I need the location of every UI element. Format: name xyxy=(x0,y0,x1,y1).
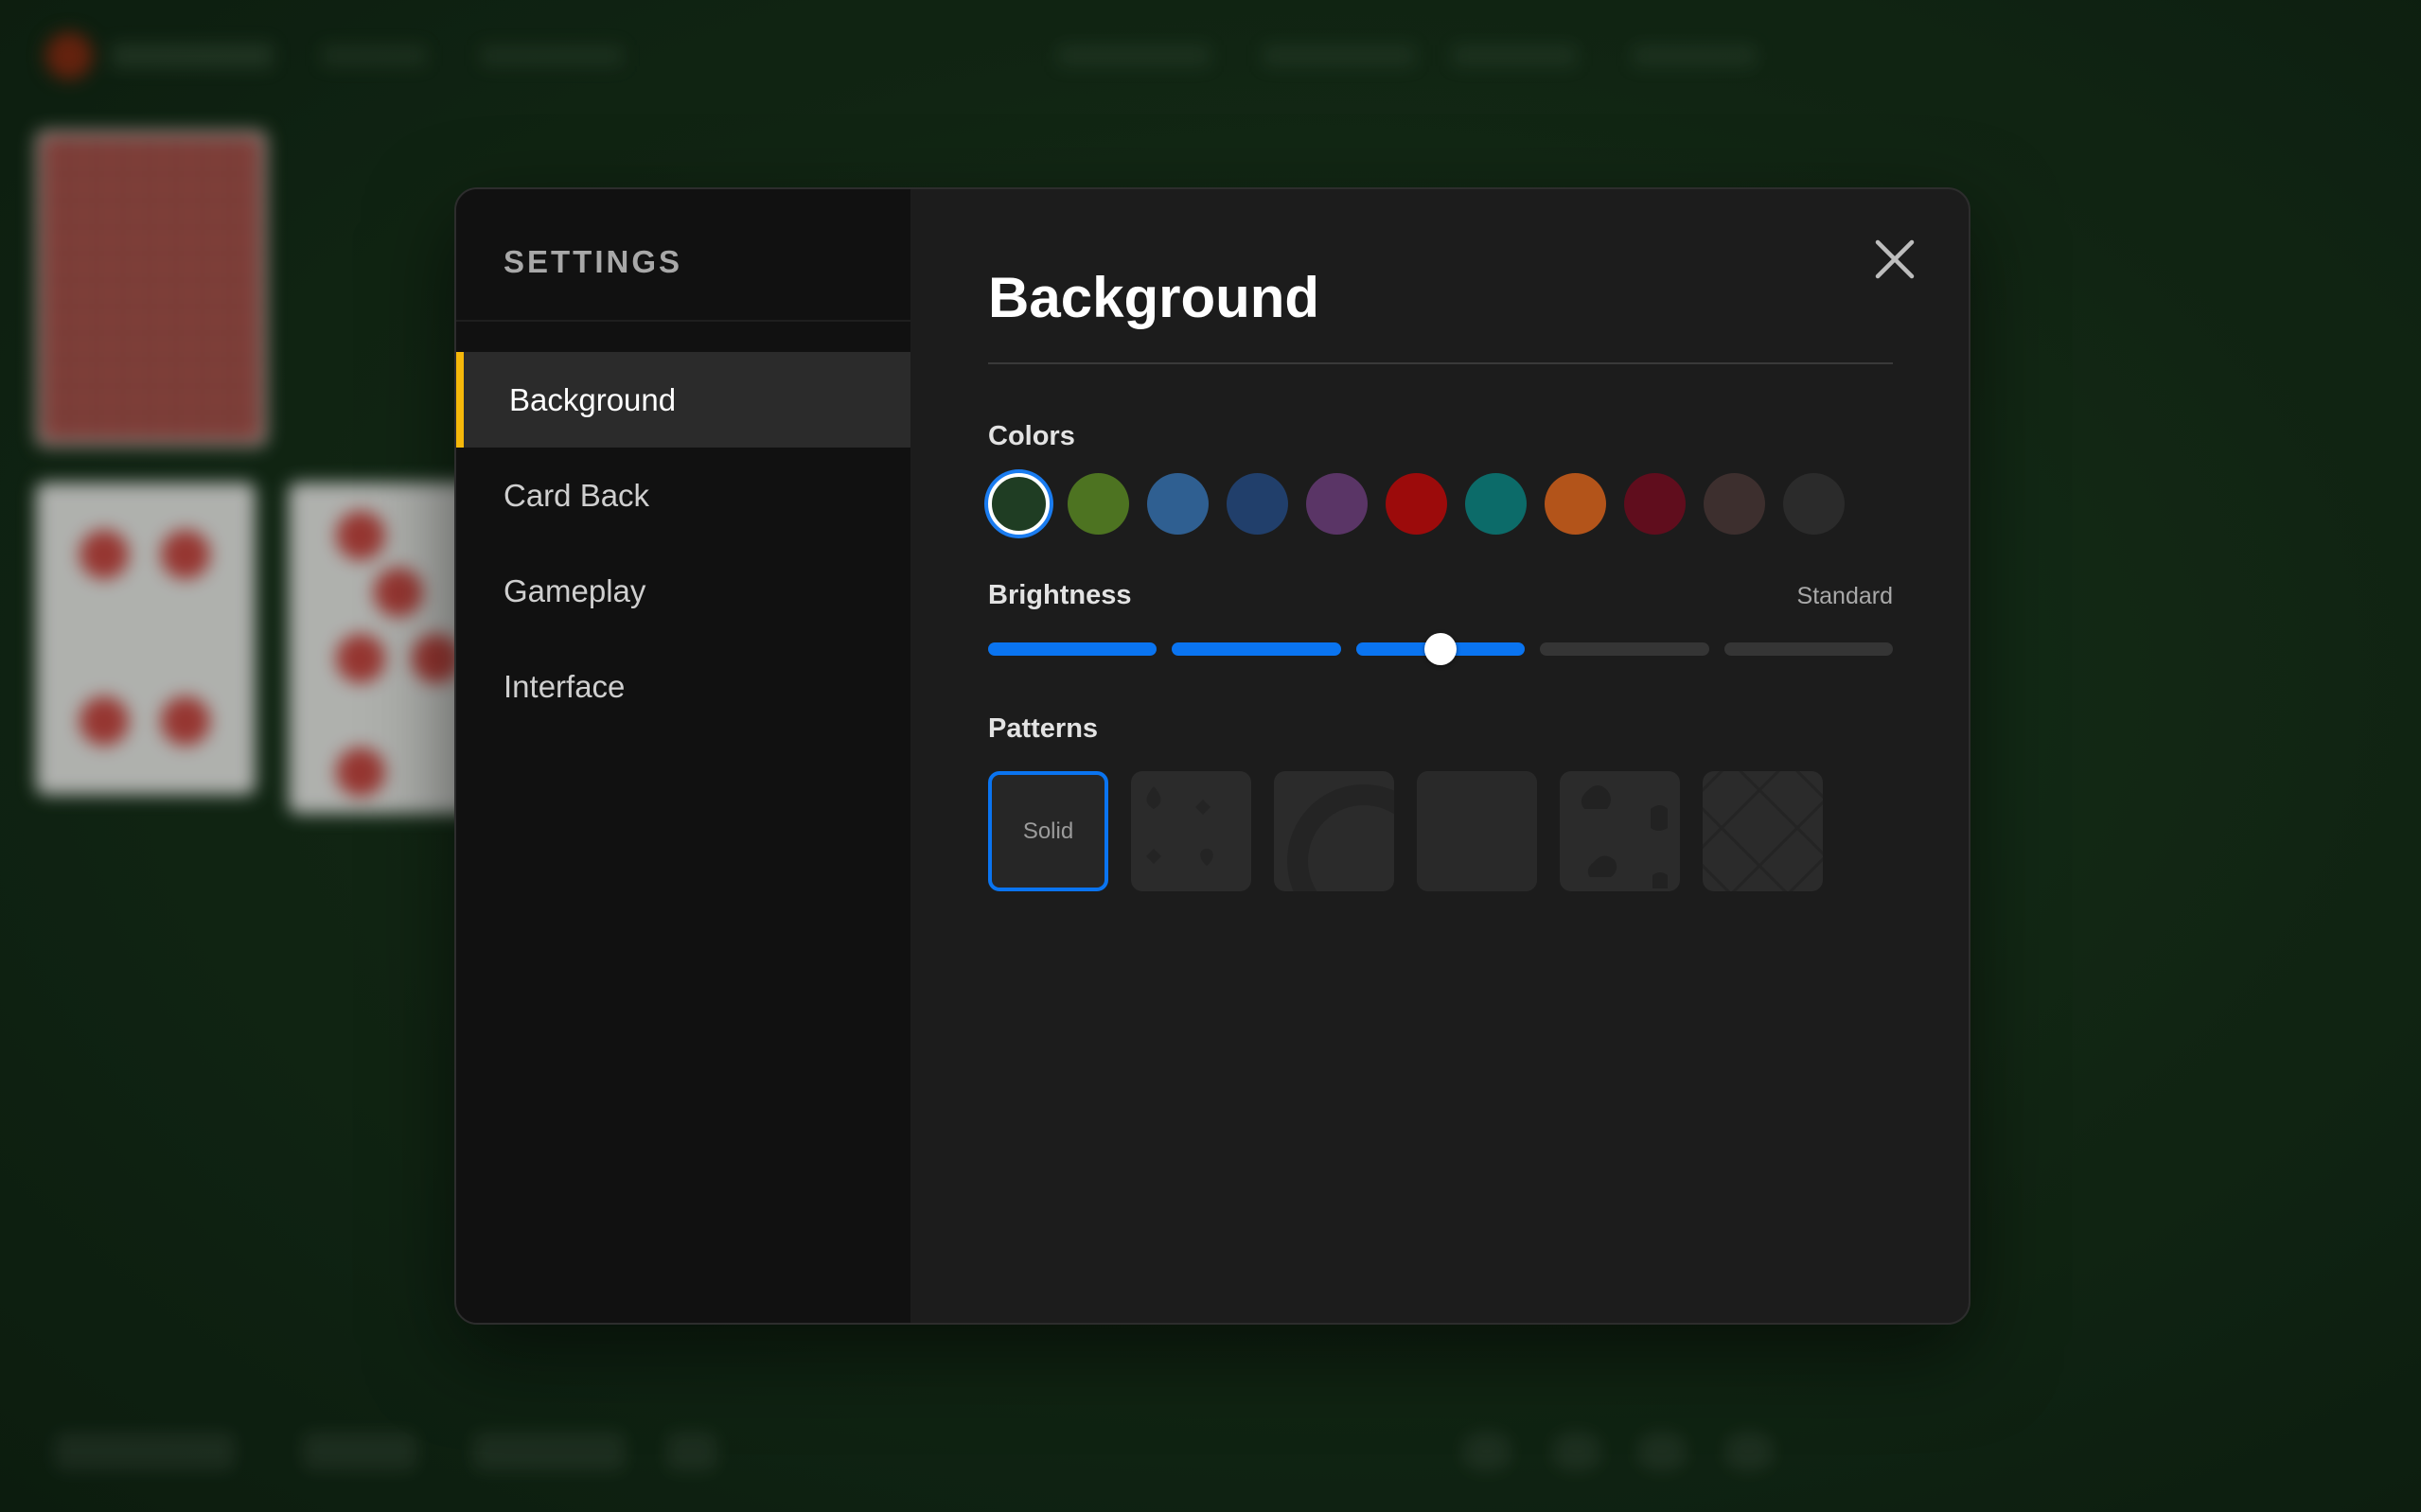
brightness-segment xyxy=(1172,642,1341,656)
patterns-label: Patterns xyxy=(988,713,1099,744)
color-swatch[interactable] xyxy=(1465,473,1527,535)
brightness-slider[interactable] xyxy=(988,633,1894,665)
color-swatch[interactable] xyxy=(1783,473,1845,535)
nav-item-label: Background xyxy=(509,381,677,417)
sidebar-title: SETTINGS xyxy=(456,189,910,322)
settings-modal: SETTINGS Background Card Back Gameplay I… xyxy=(454,187,1970,1325)
pattern-waves[interactable] xyxy=(1560,771,1680,891)
brightness-header: Brightness Standard xyxy=(988,580,1893,611)
brightness-label: Brightness xyxy=(988,580,1132,610)
pattern-solid[interactable]: Solid xyxy=(988,771,1108,891)
brightness-value: Standard xyxy=(1796,583,1893,609)
nav-item-gameplay[interactable]: Gameplay xyxy=(456,543,910,639)
color-swatch[interactable] xyxy=(1068,473,1129,535)
color-swatch[interactable] xyxy=(1227,473,1288,535)
suits-pattern-icon xyxy=(1146,786,1213,866)
nav-item-label: Gameplay xyxy=(504,572,646,608)
nav-item-card-back[interactable]: Card Back xyxy=(456,448,910,543)
brightness-slider-handle[interactable] xyxy=(1424,633,1457,665)
circle-pattern-icon xyxy=(1287,784,1394,891)
pattern-texture[interactable] xyxy=(1417,771,1537,891)
pattern-diamond-grid[interactable] xyxy=(1703,771,1823,891)
close-icon xyxy=(1875,239,1915,279)
color-swatch[interactable] xyxy=(988,473,1050,535)
pattern-circle[interactable] xyxy=(1274,771,1394,891)
nav-item-interface[interactable]: Interface xyxy=(456,639,910,734)
nav-item-label: Interface xyxy=(504,668,626,704)
pattern-options: Solid xyxy=(988,771,1893,891)
colors-label: Colors xyxy=(988,421,1075,451)
diamond-grid-pattern-icon xyxy=(1703,771,1823,891)
texture-pattern-icon xyxy=(1417,771,1537,891)
pattern-label: Solid xyxy=(1022,818,1074,844)
brightness-segment xyxy=(1723,642,1894,656)
page-title: Background xyxy=(988,265,1893,364)
color-swatch[interactable] xyxy=(1386,473,1447,535)
brightness-segment xyxy=(1540,642,1709,656)
settings-content: Background Colors Brightness Standard Pa… xyxy=(910,189,1969,1323)
color-swatch[interactable] xyxy=(1147,473,1209,535)
color-swatch[interactable] xyxy=(1624,473,1686,535)
waves-pattern-icon xyxy=(1581,785,1668,888)
nav-item-label: Card Back xyxy=(504,477,650,513)
color-swatch[interactable] xyxy=(1704,473,1765,535)
brightness-segment xyxy=(988,642,1157,656)
close-button[interactable] xyxy=(1868,233,1921,286)
settings-nav: Background Card Back Gameplay Interface xyxy=(456,352,910,734)
color-swatch[interactable] xyxy=(1306,473,1368,535)
color-swatches xyxy=(988,473,1893,535)
settings-sidebar: SETTINGS Background Card Back Gameplay I… xyxy=(456,189,910,1323)
color-swatch[interactable] xyxy=(1545,473,1606,535)
pattern-suits[interactable] xyxy=(1131,771,1251,891)
nav-item-background[interactable]: Background xyxy=(456,352,910,448)
